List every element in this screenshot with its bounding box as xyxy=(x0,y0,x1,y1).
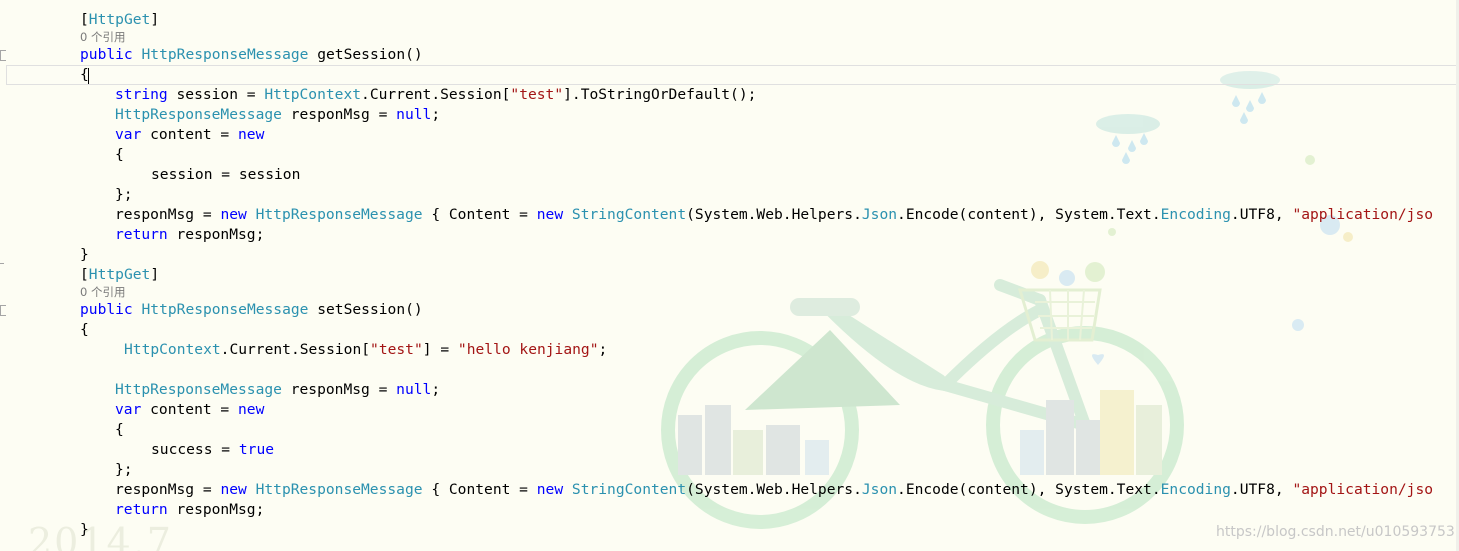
type-name: Encoding xyxy=(1160,206,1231,223)
brace: { xyxy=(80,321,89,338)
csdn-watermark: https://blog.csdn.net/u010593753 xyxy=(1216,524,1455,540)
keyword: var xyxy=(115,401,142,418)
brace: }; xyxy=(115,461,133,478)
code-token: responMsg; xyxy=(167,226,265,243)
code-token: (System.Web.Helpers. xyxy=(686,206,862,223)
keyword: new xyxy=(536,481,564,498)
brace: }; xyxy=(115,186,133,203)
keyword: var xyxy=(115,126,142,143)
type-name: HttpResponseMessage xyxy=(115,106,282,123)
type-name: Encoding xyxy=(1160,481,1231,498)
keyword: new xyxy=(536,206,564,223)
current-line-highlight xyxy=(6,65,1459,85)
type-name: HttpResponseMessage xyxy=(141,301,309,318)
code-token: { Content = xyxy=(422,206,537,223)
code-token: ; xyxy=(431,381,441,398)
code-token: [ xyxy=(80,11,89,28)
keyword: return xyxy=(115,501,168,518)
string-literal: "hello kenjiang" xyxy=(457,341,599,358)
code-token: responMsg; xyxy=(167,501,265,518)
code-token: responMsg = xyxy=(281,106,397,123)
code-token: [ xyxy=(80,266,89,283)
code-token: (System.Web.Helpers. xyxy=(686,481,862,498)
codelens-references[interactable]: 0 个引用 xyxy=(80,30,125,44)
text-caret xyxy=(88,68,89,84)
codelens-references[interactable]: 0 个引用 xyxy=(80,285,125,299)
keyword: new xyxy=(220,206,247,223)
method-name: getSession() xyxy=(308,46,423,63)
code-token: content = xyxy=(141,126,239,143)
code-token: .Current.Session[ xyxy=(220,341,371,358)
keyword: null xyxy=(396,381,432,398)
keyword: true xyxy=(238,441,275,458)
code-token: ; xyxy=(431,106,441,123)
code-token: .Encode(content), System.Text. xyxy=(897,481,1161,498)
type-name: Json xyxy=(861,481,898,498)
code-token: success = xyxy=(151,441,239,458)
attribute-name: HttpGet xyxy=(88,11,151,28)
type-name: StringContent xyxy=(563,206,687,223)
type-name: Json xyxy=(861,206,898,223)
keyword: public xyxy=(80,46,142,63)
code-editor[interactable]: [HttpGet] 0 个引用 public HttpResponseMessa… xyxy=(0,0,1459,551)
keyword: public xyxy=(80,301,142,318)
type-name: HttpResponseMessage xyxy=(141,46,309,63)
keyword: new xyxy=(238,401,265,418)
keyword: new xyxy=(220,481,247,498)
code-token: ] xyxy=(150,266,160,283)
code-token: { Content = xyxy=(422,481,537,498)
type-name: HttpResponseMessage xyxy=(246,206,423,223)
code-token: content = xyxy=(141,401,239,418)
code-token: session = session xyxy=(151,166,301,183)
code-token: responMsg = xyxy=(115,206,221,223)
keyword: string xyxy=(115,86,168,103)
brace: } xyxy=(80,521,89,538)
collapse-region-icon[interactable] xyxy=(0,50,6,61)
method-name: setSession() xyxy=(308,301,423,318)
code-token: ] xyxy=(150,11,160,28)
code-token: .Encode(content), System.Text. xyxy=(897,206,1161,223)
string-literal: "test" xyxy=(370,341,423,358)
string-literal: "test" xyxy=(510,86,564,103)
type-name: HttpResponseMessage xyxy=(115,381,282,398)
type-name: HttpContext xyxy=(124,341,221,358)
code-token: session = xyxy=(167,86,265,103)
collapse-region-icon[interactable] xyxy=(0,305,6,316)
type-name: StringContent xyxy=(563,481,687,498)
brace: { xyxy=(115,421,124,438)
attribute-name: HttpGet xyxy=(88,266,151,283)
type-name: HttpResponseMessage xyxy=(246,481,423,498)
code-token: ].ToStringOrDefault(); xyxy=(563,86,757,103)
brace: } xyxy=(80,246,89,263)
keyword: return xyxy=(115,226,168,243)
code-token: responMsg = xyxy=(115,481,221,498)
code-token: ; xyxy=(598,341,608,358)
type-name: HttpContext xyxy=(264,86,362,103)
keyword: null xyxy=(396,106,432,123)
string-literal: "application/jso xyxy=(1292,481,1434,498)
brace: { xyxy=(115,146,124,163)
code-token: .Current.Session[ xyxy=(361,86,511,103)
code-token: .UTF8, xyxy=(1230,481,1293,498)
keyword: new xyxy=(238,126,265,143)
code-token: responMsg = xyxy=(281,381,397,398)
region-end-marker xyxy=(0,263,4,264)
string-literal: "application/jso xyxy=(1292,206,1434,223)
code-token: .UTF8, xyxy=(1230,206,1293,223)
code-token: ] = xyxy=(422,341,458,358)
